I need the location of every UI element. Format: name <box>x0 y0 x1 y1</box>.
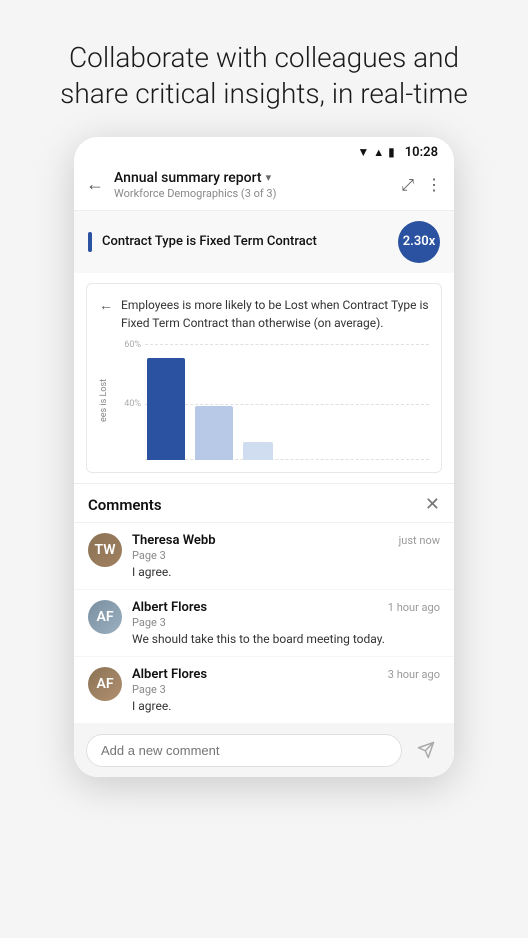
chart-inner: 60% 40% <box>113 340 429 460</box>
phone-frame: ▼ ▲ ▮ 10:28 ← Annual summary report ▾ Wo… <box>74 137 454 777</box>
avatar: AF <box>88 600 122 634</box>
status-time: 10:28 <box>405 145 438 160</box>
commenter-name: Albert Flores <box>132 600 207 615</box>
comment-top: Albert Flores 1 hour ago <box>132 600 440 615</box>
filter-label: Contract Type is Fixed Term Contract <box>102 234 388 249</box>
avatar: AF <box>88 667 122 701</box>
avatar: TW <box>88 533 122 567</box>
status-bar: ▼ ▲ ▮ 10:28 <box>74 137 454 164</box>
comment-text: We should take this to the board meeting… <box>132 632 440 646</box>
comment-page: Page 3 <box>132 549 440 562</box>
comment-text: I agree. <box>132 565 440 579</box>
top-nav: ← Annual summary report ▾ Workforce Demo… <box>74 164 454 211</box>
bar-avg <box>243 442 273 460</box>
chart-back-arrow[interactable]: ← <box>99 297 113 314</box>
comment-time: just now <box>399 534 440 547</box>
nav-subtitle: Workforce Demographics (3 of 3) <box>114 187 401 200</box>
nav-actions: ⤢ ⋮ <box>401 175 442 195</box>
comment-body: Albert Flores 1 hour ago Page 3 We shoul… <box>132 600 440 646</box>
grid-label-60: 60% <box>113 340 141 350</box>
wifi-icon: ▼ <box>357 145 369 159</box>
chart-area: ees is Lost 60% 40% <box>99 340 429 460</box>
comment-body: Albert Flores 3 hour ago Page 3 I agree. <box>132 667 440 713</box>
comments-title: Comments <box>88 496 162 514</box>
comments-panel: Comments ✕ TW Theresa Webb just now Page… <box>74 483 454 777</box>
status-icons: ▼ ▲ ▮ <box>357 145 394 159</box>
comment-top: Albert Flores 3 hour ago <box>132 667 440 682</box>
commenter-name: Theresa Webb <box>132 533 216 548</box>
more-button[interactable]: ⋮ <box>426 175 442 194</box>
chart-section: ← Employees is more likely to be Lost wh… <box>86 283 442 473</box>
comment-item: AF Albert Flores 1 hour ago Page 3 We sh… <box>74 590 454 657</box>
comment-page: Page 3 <box>132 683 440 696</box>
nav-chevron-icon[interactable]: ▾ <box>266 171 272 184</box>
battery-icon: ▮ <box>388 145 395 159</box>
comment-time: 3 hour ago <box>388 668 440 681</box>
chart-description: Employees is more likely to be Lost when… <box>121 296 429 332</box>
comment-input-row <box>74 724 454 777</box>
hero-heading: Collaborate with colleagues and share cr… <box>0 0 528 137</box>
y-axis-label: ees is Lost <box>99 340 109 460</box>
comment-item: TW Theresa Webb just now Page 3 I agree. <box>74 523 454 590</box>
comments-header: Comments ✕ <box>74 484 454 523</box>
signal-icon: ▲ <box>373 146 384 159</box>
expand-button[interactable]: ⤢ <box>401 175 414 195</box>
comment-page: Page 3 <box>132 616 440 629</box>
comment-time: 1 hour ago <box>388 601 440 614</box>
back-button[interactable]: ← <box>86 174 104 195</box>
filter-section: Contract Type is Fixed Term Contract 2.3… <box>74 211 454 273</box>
comment-top: Theresa Webb just now <box>132 533 440 548</box>
comment-body: Theresa Webb just now Page 3 I agree. <box>132 533 440 579</box>
commenter-name: Albert Flores <box>132 667 207 682</box>
filter-badge[interactable]: 2.30x <box>398 221 440 263</box>
filter-accent-bar <box>88 232 92 252</box>
bar-fixed-term <box>147 358 185 460</box>
bars-container <box>147 340 429 460</box>
send-comment-button[interactable] <box>410 734 442 766</box>
comment-text: I agree. <box>132 699 440 713</box>
close-comments-button[interactable]: ✕ <box>425 496 440 514</box>
nav-title-group: Annual summary report ▾ Workforce Demogr… <box>114 170 401 200</box>
nav-title-text: Annual summary report <box>114 170 262 186</box>
comment-item: AF Albert Flores 3 hour ago Page 3 I agr… <box>74 657 454 724</box>
comment-input[interactable] <box>86 734 402 767</box>
nav-title: Annual summary report ▾ <box>114 170 401 186</box>
grid-label-40: 40% <box>113 399 141 409</box>
bar-other <box>195 406 233 460</box>
chart-back-row: ← Employees is more likely to be Lost wh… <box>99 296 429 332</box>
